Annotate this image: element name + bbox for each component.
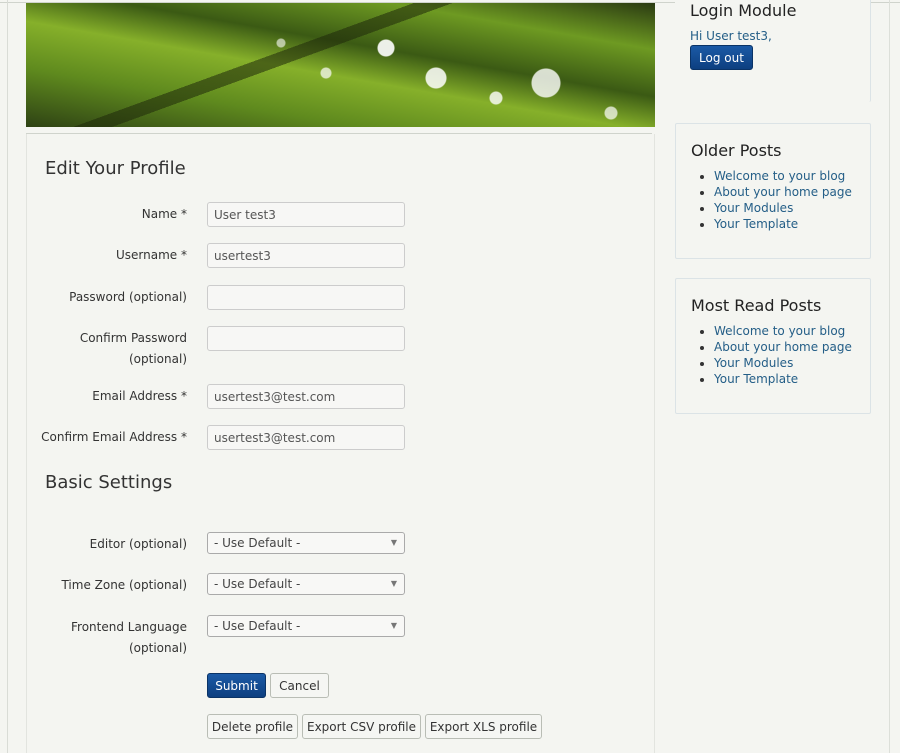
list-item: Welcome to your blog: [714, 168, 852, 184]
list-item: Your Template: [714, 371, 852, 387]
older-posts-list: Welcome to your blog About your home pag…: [698, 168, 852, 232]
export-csv-button[interactable]: Export CSV profile: [302, 714, 421, 739]
name-label: Name *: [141, 207, 187, 221]
username-label: Username *: [116, 248, 187, 262]
most-read-list: Welcome to your blog About your home pag…: [698, 323, 852, 387]
most-read-title: Most Read Posts: [691, 296, 822, 315]
password-input[interactable]: [207, 285, 405, 310]
password-label: Password (optional): [69, 290, 187, 304]
page-border: [7, 0, 8, 753]
older-posts-module: Older Posts Welcome to your blog About y…: [675, 123, 871, 259]
main-content: Edit Your Profile Name * Username * Pass…: [26, 134, 655, 753]
most-read-link[interactable]: Your Modules: [714, 356, 793, 370]
submit-button[interactable]: Submit: [207, 673, 266, 698]
editor-label: Editor (optional): [89, 537, 187, 551]
confirm-password-label-line2: (optional): [129, 352, 187, 366]
frontend-language-select[interactable]: - Use Default - ▼: [207, 615, 405, 637]
page-border-right: [889, 0, 890, 753]
export-xls-button[interactable]: Export XLS profile: [425, 714, 542, 739]
chevron-down-icon: ▼: [390, 538, 397, 547]
frontend-language-label: Frontend Language (optional): [27, 617, 187, 659]
timezone-label: Time Zone (optional): [61, 578, 187, 592]
confirm-email-label: Confirm Email Address *: [41, 430, 187, 444]
editor-select[interactable]: - Use Default - ▼: [207, 532, 405, 554]
frontend-language-select-value: - Use Default -: [214, 619, 301, 633]
user-greeting: Hi User test3,: [690, 29, 772, 43]
editor-select-value: - Use Default -: [214, 536, 301, 550]
confirm-email-input[interactable]: [207, 425, 405, 450]
older-post-link[interactable]: Welcome to your blog: [714, 169, 845, 183]
older-post-link[interactable]: About your home page: [714, 185, 852, 199]
delete-profile-button[interactable]: Delete profile: [207, 714, 298, 739]
email-label: Email Address *: [92, 389, 187, 403]
list-item: About your home page: [714, 339, 852, 355]
confirm-password-label-line1: Confirm Password: [79, 331, 187, 345]
most-read-link[interactable]: About your home page: [714, 340, 852, 354]
older-posts-title: Older Posts: [691, 141, 782, 160]
basic-settings-title: Basic Settings: [45, 472, 173, 493]
username-input[interactable]: [207, 243, 405, 268]
email-input[interactable]: [207, 384, 405, 409]
header-banner-image: [26, 3, 655, 127]
login-module-title: Login Module: [690, 1, 797, 20]
login-module: Login Module Hi User test3, Log out: [675, 0, 871, 102]
confirm-password-input[interactable]: [207, 326, 405, 351]
page-title: Edit Your Profile: [45, 158, 186, 179]
older-post-link[interactable]: Your Template: [714, 217, 798, 231]
most-read-module: Most Read Posts Welcome to your blog Abo…: [675, 278, 871, 414]
name-input[interactable]: [207, 202, 405, 227]
most-read-link[interactable]: Your Template: [714, 372, 798, 386]
frontend-language-label-line1: Frontend Language: [71, 620, 187, 634]
chevron-down-icon: ▼: [390, 621, 397, 630]
list-item: About your home page: [714, 184, 852, 200]
frontend-language-label-line2: (optional): [129, 641, 187, 655]
list-item: Welcome to your blog: [714, 323, 852, 339]
timezone-select[interactable]: - Use Default - ▼: [207, 573, 405, 595]
timezone-select-value: - Use Default -: [214, 577, 301, 591]
chevron-down-icon: ▼: [390, 579, 397, 588]
list-item: Your Template: [714, 216, 852, 232]
older-post-link[interactable]: Your Modules: [714, 201, 793, 215]
list-item: Your Modules: [714, 355, 852, 371]
cancel-button[interactable]: Cancel: [270, 673, 329, 698]
confirm-password-label: Confirm Password (optional): [27, 328, 187, 370]
list-item: Your Modules: [714, 200, 852, 216]
logout-button[interactable]: Log out: [690, 45, 753, 70]
most-read-link[interactable]: Welcome to your blog: [714, 324, 845, 338]
